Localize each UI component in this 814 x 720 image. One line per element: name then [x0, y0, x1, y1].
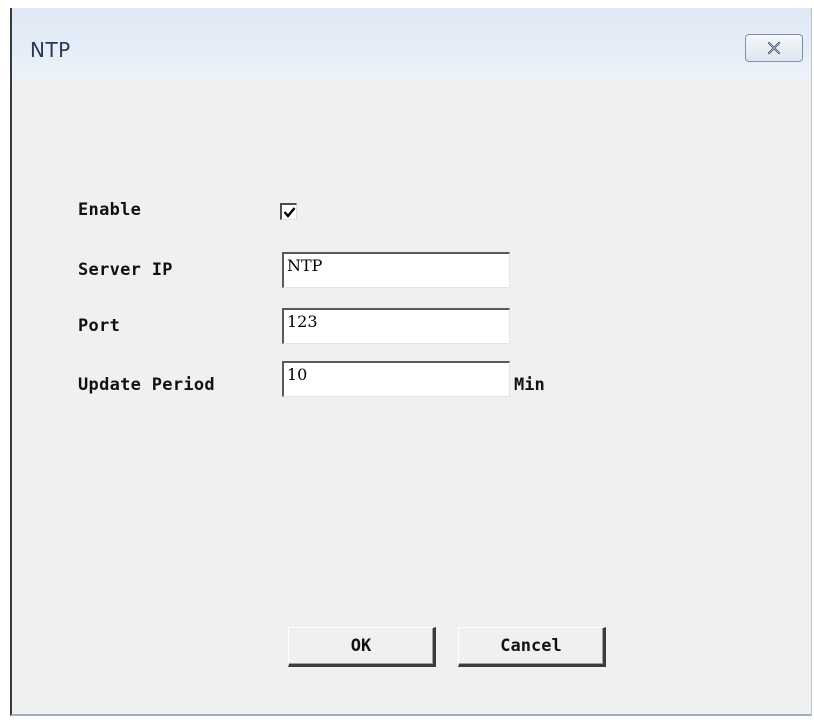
cancel-button[interactable]: Cancel: [458, 627, 606, 667]
update-period-label: Update Period: [78, 375, 215, 395]
port-input[interactable]: 123: [282, 308, 510, 344]
update-period-unit: Min: [514, 375, 545, 395]
server-ip-label: Server IP: [78, 260, 173, 280]
ok-button[interactable]: OK: [288, 627, 436, 667]
server-ip-input[interactable]: NTP: [282, 252, 510, 288]
ntp-dialog: NTP Enable Server IP NTP Port 123 Update…: [10, 8, 812, 716]
dialog-title: NTP: [30, 38, 71, 62]
title-bar[interactable]: NTP: [12, 8, 811, 82]
enable-label: Enable: [78, 200, 142, 220]
update-period-input[interactable]: 10: [282, 361, 510, 397]
dialog-body: Enable Server IP NTP Port 123 Update Per…: [18, 82, 805, 708]
checkmark-icon: [283, 207, 296, 218]
port-label: Port: [78, 316, 121, 336]
close-icon: [766, 41, 782, 55]
enable-checkbox[interactable]: [280, 203, 297, 220]
close-button[interactable]: [745, 34, 803, 62]
